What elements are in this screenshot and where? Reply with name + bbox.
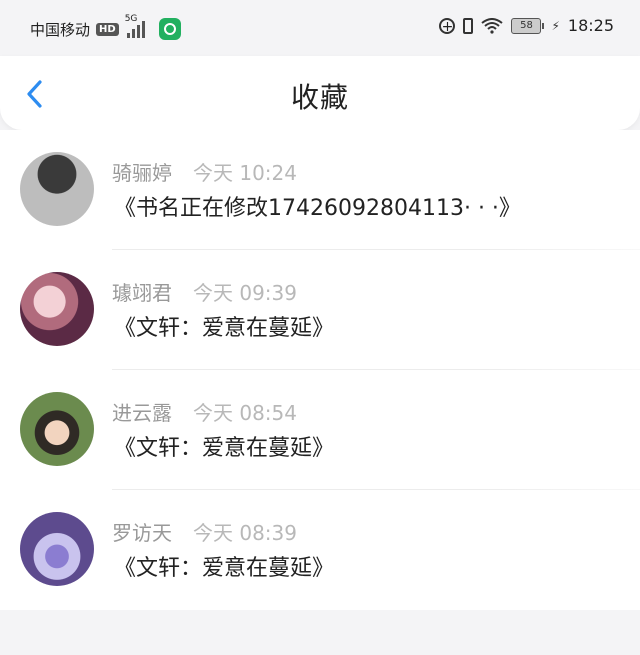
list-item[interactable]: 骑骊婷 今天 10:24 《书名正在修改17426092804113· · ·》 (0, 130, 640, 250)
clock: 18:25 (567, 16, 614, 35)
status-bar: 中国移动 HD 5G + 58 ⚡ 18:25 (0, 0, 640, 56)
nav-header: 收藏 (0, 56, 640, 130)
user-name: 骑骊婷 (112, 161, 172, 185)
circle-plus-icon: + (439, 17, 456, 34)
status-left: 中国移动 HD 5G (30, 14, 181, 40)
item-time: 今天 09:39 (193, 281, 297, 305)
carrier-label: 中国移动 (30, 20, 91, 39)
item-content: 《书名正在修改17426092804113· · ·》 (114, 196, 521, 221)
app-notification-icon (158, 18, 181, 40)
wifi-icon (481, 17, 504, 34)
item-time: 今天 08:39 (193, 521, 297, 545)
signal-icon: 5G (125, 14, 145, 38)
item-content: 《文轩：爱意在蔓延》 (114, 316, 335, 341)
status-right: + 58 ⚡ 18:25 (439, 16, 614, 35)
item-content: 《文轩：爱意在蔓延》 (114, 556, 335, 581)
item-time: 今天 10:24 (193, 161, 297, 185)
vibrate-icon (463, 17, 474, 34)
hd-badge: HD (96, 22, 119, 36)
list-item[interactable]: 璩翊君 今天 09:39 《文轩：爱意在蔓延》 (0, 250, 640, 370)
page-title: 收藏 (290, 81, 349, 114)
user-name: 罗访天 (112, 521, 172, 545)
user-name: 璩翊君 (112, 281, 172, 305)
charging-icon: ⚡ (551, 18, 560, 33)
item-time: 今天 08:54 (193, 401, 297, 425)
battery-icon: 58 (511, 17, 545, 34)
avatar[interactable] (20, 512, 94, 586)
user-name: 进云露 (112, 401, 172, 425)
favorites-list: 骑骊婷 今天 10:24 《书名正在修改17426092804113· · ·》… (0, 130, 640, 610)
network-type-label: 5G (124, 14, 138, 24)
list-item[interactable]: 罗访天 今天 08:39 《文轩：爱意在蔓延》 (0, 490, 640, 610)
item-content: 《文轩：爱意在蔓延》 (114, 436, 335, 461)
list-item[interactable]: 进云露 今天 08:54 《文轩：爱意在蔓延》 (0, 370, 640, 490)
avatar[interactable] (20, 272, 94, 346)
avatar[interactable] (20, 152, 94, 226)
avatar[interactable] (20, 392, 94, 466)
